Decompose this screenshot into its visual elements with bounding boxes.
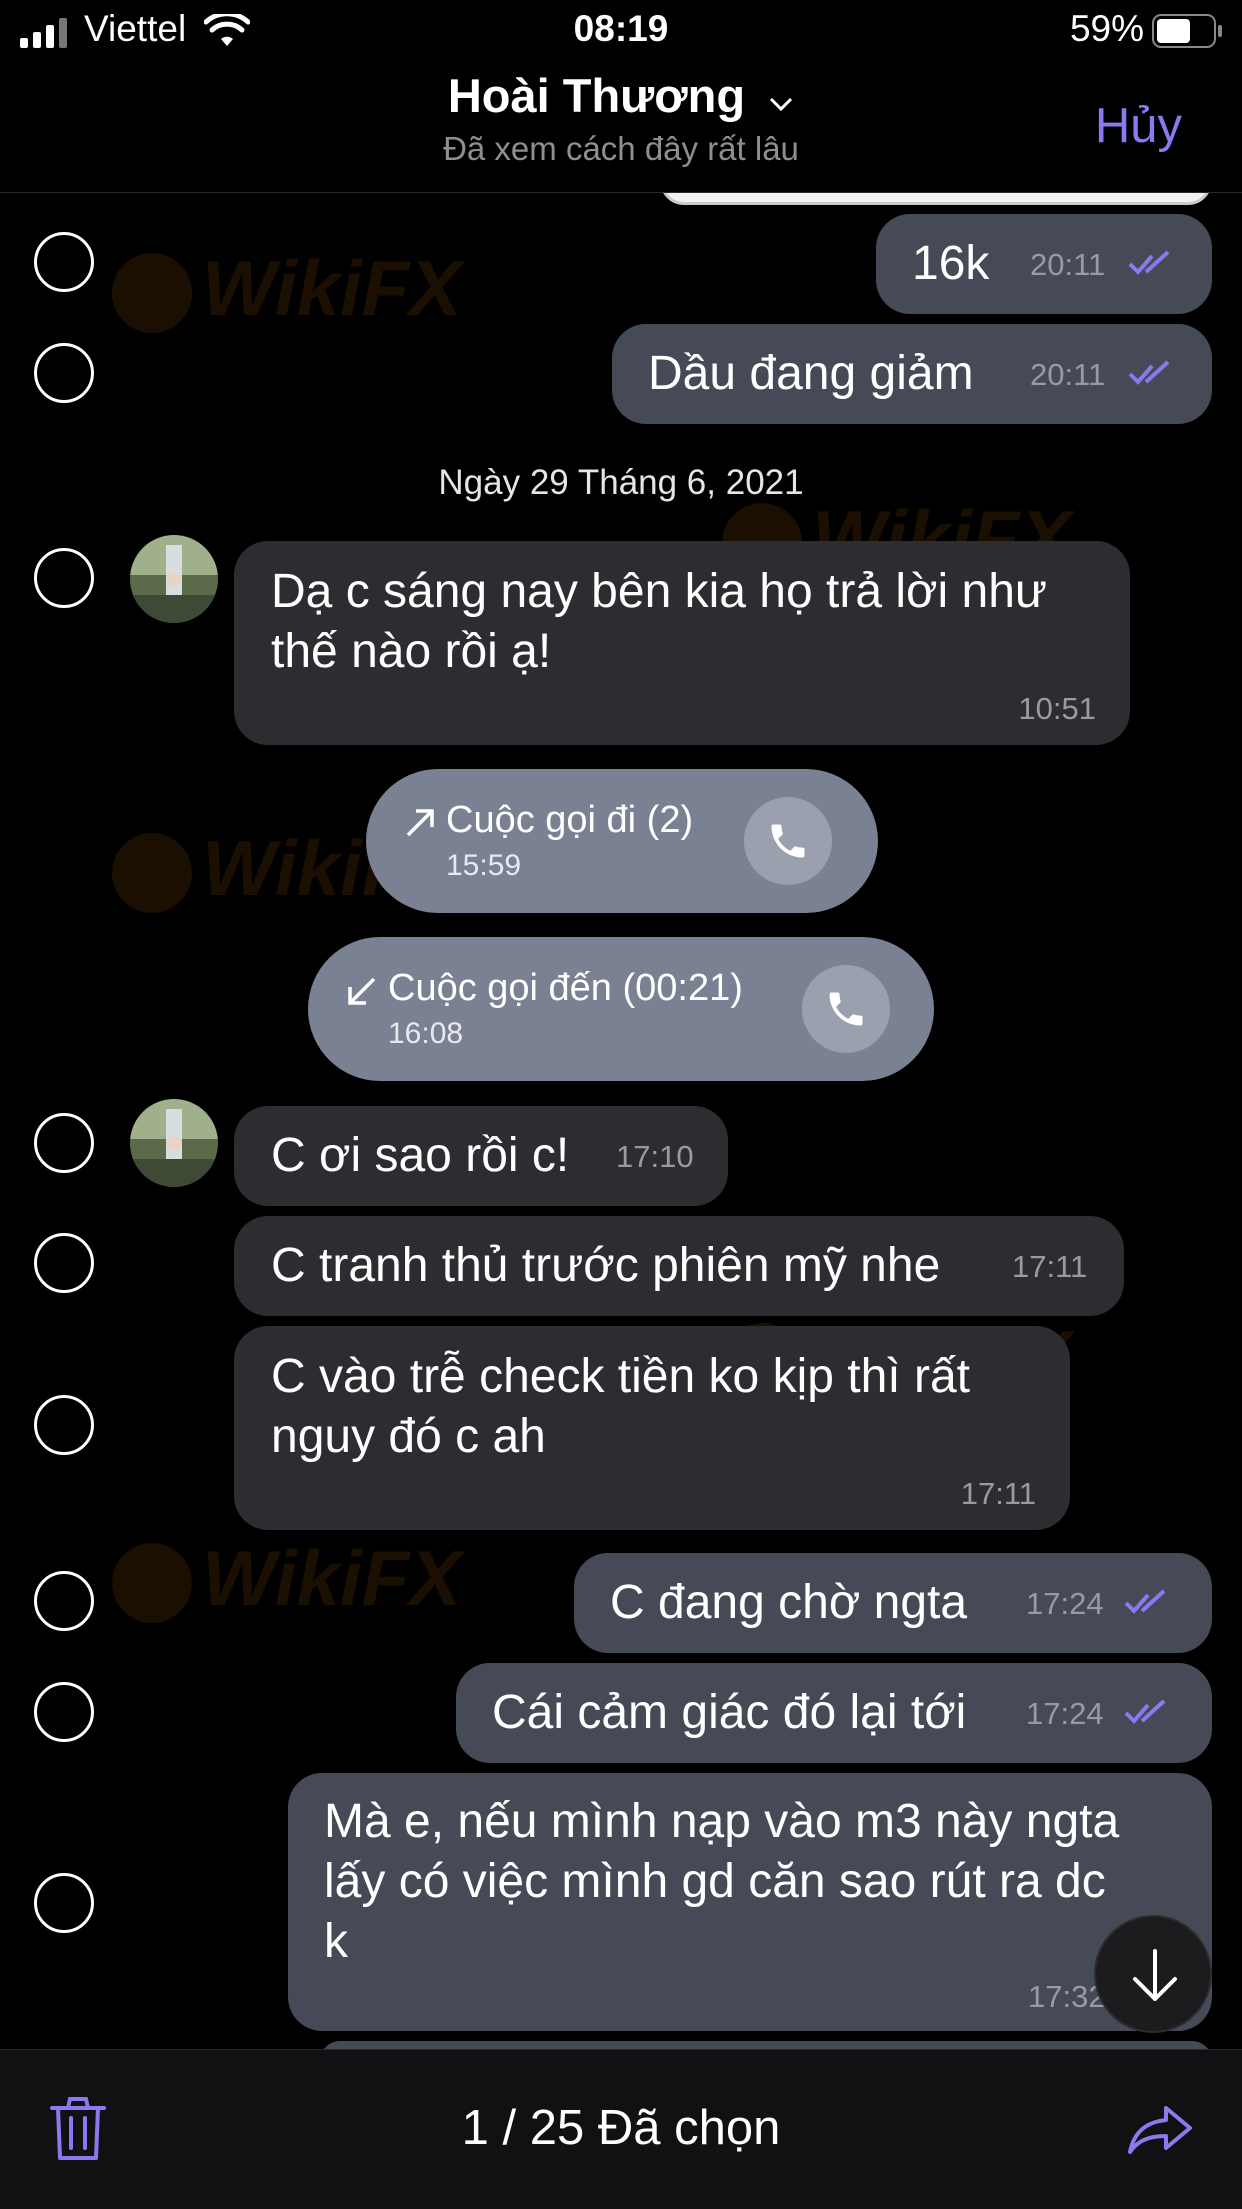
message-text: 16k — [912, 237, 990, 290]
message-bubble[interactable]: Dầu đang giảm 20:11 — [612, 324, 1212, 424]
clock: 08:19 — [573, 8, 669, 49]
message-text-line: Mà e, nếu mình nạp vào m3 này ngta — [324, 1795, 1120, 1848]
double-check-icon — [1128, 250, 1170, 275]
avatar-photo — [130, 1099, 218, 1187]
call-bubble-incoming[interactable]: Cuộc gọi đến (00:21) 16:08 — [308, 937, 934, 1081]
select-circle[interactable] — [34, 343, 94, 403]
contact-title[interactable]: Hoài Thương — [0, 68, 1242, 123]
message-time: 20:11 — [1030, 247, 1106, 282]
double-check-icon — [1124, 1589, 1166, 1614]
call-label: Cuộc gọi đi (2) — [446, 799, 694, 841]
message-bubble[interactable]: C vào trễ check tiền ko kịp thì rất nguy… — [234, 1326, 1070, 1530]
message-time: 17:10 — [616, 1139, 694, 1174]
call-bubble-outgoing[interactable]: Cuộc gọi đi (2) 15:59 — [366, 769, 878, 913]
cancel-button[interactable]: Hủy — [1095, 98, 1182, 154]
message-bubble[interactable] — [320, 2041, 1212, 2049]
contact-name[interactable]: Hoài Thương — [448, 69, 745, 122]
message-time: 10:51 — [1018, 691, 1096, 726]
message-time: 17:24 — [1026, 1696, 1104, 1731]
message-bubble[interactable]: Dạ c sáng nay bên kia họ trả lời như thế… — [234, 541, 1130, 745]
message-text-line: k — [324, 1915, 348, 1968]
call-label: Cuộc gọi đến (00:21) — [388, 967, 743, 1009]
watermark-logo-icon — [112, 253, 192, 333]
call-back-button[interactable] — [802, 965, 890, 1053]
select-circle[interactable] — [34, 1395, 94, 1455]
message-text-line: nguy đó c ah — [271, 1410, 546, 1463]
select-circle[interactable] — [34, 1233, 94, 1293]
double-check-icon — [1124, 1699, 1166, 1724]
chevron-down-icon[interactable] — [768, 96, 794, 112]
message-time: 20:11 — [1030, 357, 1106, 392]
watermark-text: WikiFX — [202, 1534, 462, 1622]
message-time: 17:24 — [1026, 1586, 1104, 1621]
message-time: 17:11 — [1012, 1249, 1088, 1284]
status-bar: Viettel 08:19 59% — [0, 0, 1242, 62]
contact-avatar[interactable] — [130, 535, 218, 623]
message-bubble[interactable]: Mà e, nếu mình nạp vào m3 này ngta lấy c… — [288, 1773, 1212, 2031]
image-message-preview[interactable] — [660, 193, 1212, 205]
forward-icon[interactable] — [1128, 2104, 1194, 2154]
watermark-text: WikiFX — [202, 244, 462, 332]
message-bubble[interactable]: C tranh thủ trước phiên mỹ nhe 17:11 — [234, 1216, 1124, 1316]
chat-header: Hoài Thương Đã xem cách đây rất lâu Hủy — [0, 62, 1242, 193]
call-back-button[interactable] — [744, 797, 832, 885]
selection-toolbar: 1 / 25 Đã chọn — [0, 2049, 1242, 2209]
select-circle[interactable] — [34, 1113, 94, 1173]
message-text-line: C vào trễ check tiền ko kịp thì rất — [271, 1350, 970, 1403]
message-text: Cái cảm giác đó lại tới — [492, 1686, 967, 1739]
selected-count: 1 / 25 Đã chọn — [461, 2101, 781, 2155]
contact-avatar[interactable] — [130, 1099, 218, 1187]
scroll-to-bottom-button[interactable] — [1094, 1915, 1212, 2033]
watermark-logo-icon — [112, 833, 192, 913]
message-text: Dầu đang giảm — [648, 347, 974, 400]
message-text: C tranh thủ trước phiên mỹ nhe — [271, 1239, 941, 1292]
message-text-line: lấy có việc mình gd căn sao rút ra dc — [324, 1855, 1106, 1908]
message-list[interactable]: WikiFX WikiFX WikiFX WikiFX WikiFX WikiF… — [0, 193, 1242, 2049]
incoming-arrow-icon — [348, 977, 376, 1005]
call-time: 15:59 — [446, 849, 522, 882]
avatar-photo — [130, 535, 218, 623]
outgoing-arrow-icon — [406, 809, 434, 837]
arrow-down-icon — [1133, 1949, 1177, 2001]
double-check-icon — [1128, 360, 1170, 385]
message-text: C ơi sao rồi c! — [271, 1129, 570, 1182]
select-circle[interactable] — [34, 232, 94, 292]
message-bubble[interactable]: 16k 20:11 — [876, 214, 1212, 314]
message-text: C đang chờ ngta — [610, 1576, 968, 1629]
message-bubble[interactable]: Cái cảm giác đó lại tới 17:24 — [456, 1663, 1212, 1763]
date-separator: Ngày 29 Tháng 6, 2021 — [438, 463, 804, 502]
select-circle[interactable] — [34, 1571, 94, 1631]
phone-icon — [829, 992, 863, 1026]
battery-percent: 59% — [1069, 8, 1144, 49]
message-text-line: thế nào rồi ạ! — [271, 625, 552, 678]
call-time: 16:08 — [388, 1017, 464, 1050]
watermark-logo-icon — [112, 1543, 192, 1623]
select-circle[interactable] — [34, 1873, 94, 1933]
battery-icon — [1152, 14, 1222, 48]
message-text-line: Dạ c sáng nay bên kia họ trả lời như — [271, 565, 1048, 618]
message-bubble[interactable]: C ơi sao rồi c! 17:10 — [234, 1106, 728, 1206]
select-circle[interactable] — [34, 548, 94, 608]
last-seen-status: Đã xem cách đây rất lâu — [443, 130, 799, 167]
phone-icon — [771, 824, 805, 858]
select-circle[interactable] — [34, 1682, 94, 1742]
message-time: 17:11 — [960, 1476, 1036, 1511]
message-bubble[interactable]: C đang chờ ngta 17:24 — [574, 1553, 1212, 1653]
